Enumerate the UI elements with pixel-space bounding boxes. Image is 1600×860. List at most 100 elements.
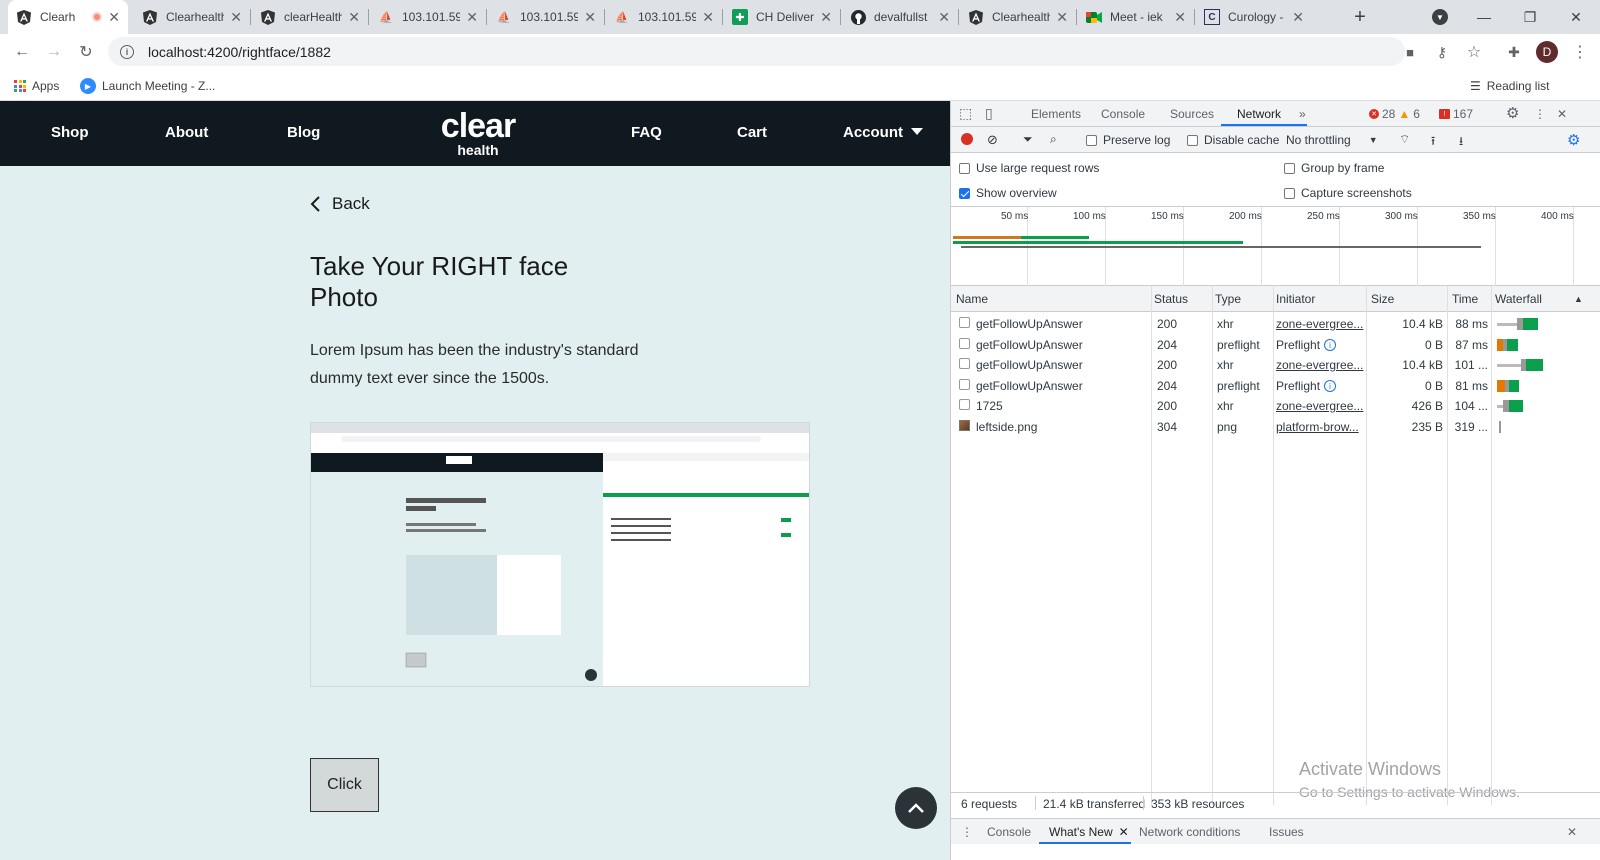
network-conditions-icon[interactable]: ⌔ xyxy=(1399,132,1410,147)
close-drawer-icon[interactable]: ✕ xyxy=(1567,825,1577,839)
browser-tab[interactable]: ⛵ 103.101.59 ✕ xyxy=(606,0,722,34)
group-by-frame-checkbox[interactable]: Group by frame xyxy=(1284,161,1384,175)
error-count-badge[interactable]: ✕ 28 ▲ 6 xyxy=(1369,107,1420,121)
col-waterfall[interactable]: Waterfall xyxy=(1495,292,1542,306)
browser-tab[interactable]: ⛵ 103.101.59 ✕ xyxy=(370,0,486,34)
bookmark-apps[interactable]: Apps xyxy=(14,76,59,96)
kebab-menu-icon[interactable]: ⋮ xyxy=(1534,107,1546,121)
bookmark-launch-meeting[interactable]: ▶ Launch Meeting - Z... xyxy=(80,76,215,96)
row-initiator[interactable]: zone-evergree... xyxy=(1276,317,1364,331)
nav-shop[interactable]: Shop xyxy=(51,124,89,141)
col-name[interactable]: Name xyxy=(956,292,988,306)
browser-tab[interactable]: ✚ CH Deliver ✕ xyxy=(724,0,840,34)
close-icon[interactable]: ✕ xyxy=(466,9,478,26)
tab-sources[interactable]: Sources xyxy=(1170,107,1214,121)
record-icon[interactable] xyxy=(961,133,973,145)
tab-elements[interactable]: Elements xyxy=(1031,107,1081,121)
close-icon[interactable]: ✕ xyxy=(584,9,596,26)
table-row[interactable]: getFollowUpAnswer 200 xhr zone-evergree.… xyxy=(951,314,1600,334)
nav-cart[interactable]: Cart xyxy=(737,124,767,141)
close-icon[interactable]: ✕ xyxy=(1292,9,1304,26)
row-initiator[interactable]: Preflight i xyxy=(1276,379,1337,393)
nav-blog[interactable]: Blog xyxy=(287,124,320,141)
close-icon[interactable]: ✕ xyxy=(1056,9,1068,26)
close-devtools-icon[interactable]: ✕ xyxy=(1557,107,1567,121)
network-settings-icon[interactable]: ⚙ xyxy=(1567,131,1580,149)
back-link[interactable]: Back xyxy=(310,194,370,214)
use-large-rows-checkbox[interactable]: Use large request rows xyxy=(959,161,1099,175)
export-har-icon[interactable]: ⭳ xyxy=(1459,132,1463,153)
close-icon[interactable]: ✕ xyxy=(1119,825,1129,839)
row-initiator[interactable]: Preflight i xyxy=(1276,338,1337,352)
restore-button[interactable]: ❐ xyxy=(1508,0,1552,34)
browser-tab-active[interactable]: Clearh ✕ xyxy=(8,0,128,34)
close-icon[interactable]: ✕ xyxy=(230,9,242,26)
table-row[interactable]: leftside.png 304 png platform-brow... 23… xyxy=(951,417,1600,437)
network-overview-timeline[interactable]: 50 ms 100 ms 150 ms 200 ms 250 ms 300 ms… xyxy=(951,206,1600,287)
import-har-icon[interactable]: ⭱ xyxy=(1431,132,1435,153)
table-row[interactable]: getFollowUpAnswer 204 preflight Prefligh… xyxy=(951,376,1600,396)
table-row[interactable]: getFollowUpAnswer 200 xhr zone-evergree.… xyxy=(951,355,1600,375)
tab-network[interactable]: Network xyxy=(1237,107,1281,121)
table-row[interactable]: getFollowUpAnswer 204 preflight Prefligh… xyxy=(951,335,1600,355)
reload-icon[interactable]: ↻ xyxy=(74,40,98,64)
browser-tab[interactable]: Meet - iek ✕ xyxy=(1078,0,1194,34)
avatar[interactable]: D xyxy=(1535,40,1559,64)
back-arrow-icon[interactable]: ← xyxy=(10,40,34,64)
drawer-tab-issues[interactable]: Issues xyxy=(1269,825,1304,839)
clear-icon[interactable]: ⊘ xyxy=(987,132,998,148)
browser-tab[interactable]: Clearhealth ✕ xyxy=(134,0,250,34)
col-time[interactable]: Time xyxy=(1452,292,1478,306)
inspect-element-icon[interactable]: ⬚ xyxy=(959,105,972,122)
close-icon[interactable]: ✕ xyxy=(820,9,832,26)
throttling-select[interactable]: No throttling ▼ xyxy=(1286,133,1378,147)
drawer-menu-icon[interactable]: ⋮ xyxy=(961,825,973,839)
close-icon[interactable]: ✕ xyxy=(1174,9,1186,26)
close-icon[interactable]: ✕ xyxy=(702,9,714,26)
drawer-tab-network-conditions[interactable]: Network conditions xyxy=(1139,825,1240,839)
col-type[interactable]: Type xyxy=(1215,292,1241,306)
col-size[interactable]: Size xyxy=(1371,292,1394,306)
row-initiator[interactable]: zone-evergree... xyxy=(1276,358,1364,372)
browser-tab[interactable]: ⛵ 103.101.59 ✕ xyxy=(488,0,604,34)
address-bar[interactable]: i localhost:4200/rightface/1882 xyxy=(108,37,1405,66)
star-icon[interactable]: ☆ xyxy=(1462,40,1486,64)
menu-kebab-icon[interactable]: ⋮ xyxy=(1568,40,1592,64)
close-icon[interactable]: ✕ xyxy=(938,9,950,26)
col-initiator[interactable]: Initiator xyxy=(1276,292,1315,306)
preserve-log-checkbox[interactable]: Preserve log xyxy=(1086,133,1170,147)
device-toolbar-icon[interactable]: ▯ xyxy=(985,105,993,122)
click-button[interactable]: Click xyxy=(310,758,379,812)
more-tabs-icon[interactable]: » xyxy=(1299,107,1306,121)
scroll-to-top-button[interactable] xyxy=(895,787,937,829)
row-initiator[interactable]: platform-brow... xyxy=(1276,420,1364,434)
settings-gear-icon[interactable]: ⚙ xyxy=(1506,104,1519,122)
close-icon[interactable]: ✕ xyxy=(108,9,120,26)
browser-tab[interactable]: C Curology - ✕ xyxy=(1196,0,1312,34)
camera-blocked-icon[interactable]: ■ xyxy=(1398,40,1422,64)
minimize-button[interactable]: — xyxy=(1462,0,1506,34)
browser-tab[interactable]: devalfullst ✕ xyxy=(842,0,958,34)
browser-tab[interactable]: Clearhealth ✕ xyxy=(960,0,1076,34)
reading-list-button[interactable]: ☰ Reading list xyxy=(1470,76,1549,96)
close-window-button[interactable]: ✕ xyxy=(1554,0,1598,34)
capture-screenshots-checkbox[interactable]: Capture screenshots xyxy=(1284,186,1412,200)
tab-search-icon[interactable]: ▼ xyxy=(1418,0,1462,34)
site-logo[interactable]: clear health xyxy=(430,109,526,157)
drawer-tab-whats-new[interactable]: What's New ✕ xyxy=(1049,825,1129,839)
key-icon[interactable]: ⚷ xyxy=(1430,40,1454,64)
browser-tab[interactable]: clearHealth ✕ xyxy=(252,0,368,34)
nav-account[interactable]: Account xyxy=(843,124,923,141)
forward-arrow-icon[interactable]: → xyxy=(42,40,66,64)
new-tab-button[interactable]: + xyxy=(1338,0,1382,34)
table-row[interactable]: 1725 200 xhr zone-evergree... 426 B 104 … xyxy=(951,396,1600,416)
nav-faq[interactable]: FAQ xyxy=(631,124,662,141)
filter-icon[interactable]: ⏷ xyxy=(1023,132,1033,147)
message-count-badge[interactable]: ! 167 xyxy=(1439,107,1473,121)
show-overview-checkbox[interactable]: Show overview xyxy=(959,186,1057,200)
nav-about[interactable]: About xyxy=(165,124,208,141)
extensions-icon[interactable]: ✚ xyxy=(1502,40,1526,64)
drawer-tab-console[interactable]: Console xyxy=(987,825,1031,839)
row-initiator[interactable]: zone-evergree... xyxy=(1276,399,1364,413)
close-icon[interactable]: ✕ xyxy=(348,9,360,26)
